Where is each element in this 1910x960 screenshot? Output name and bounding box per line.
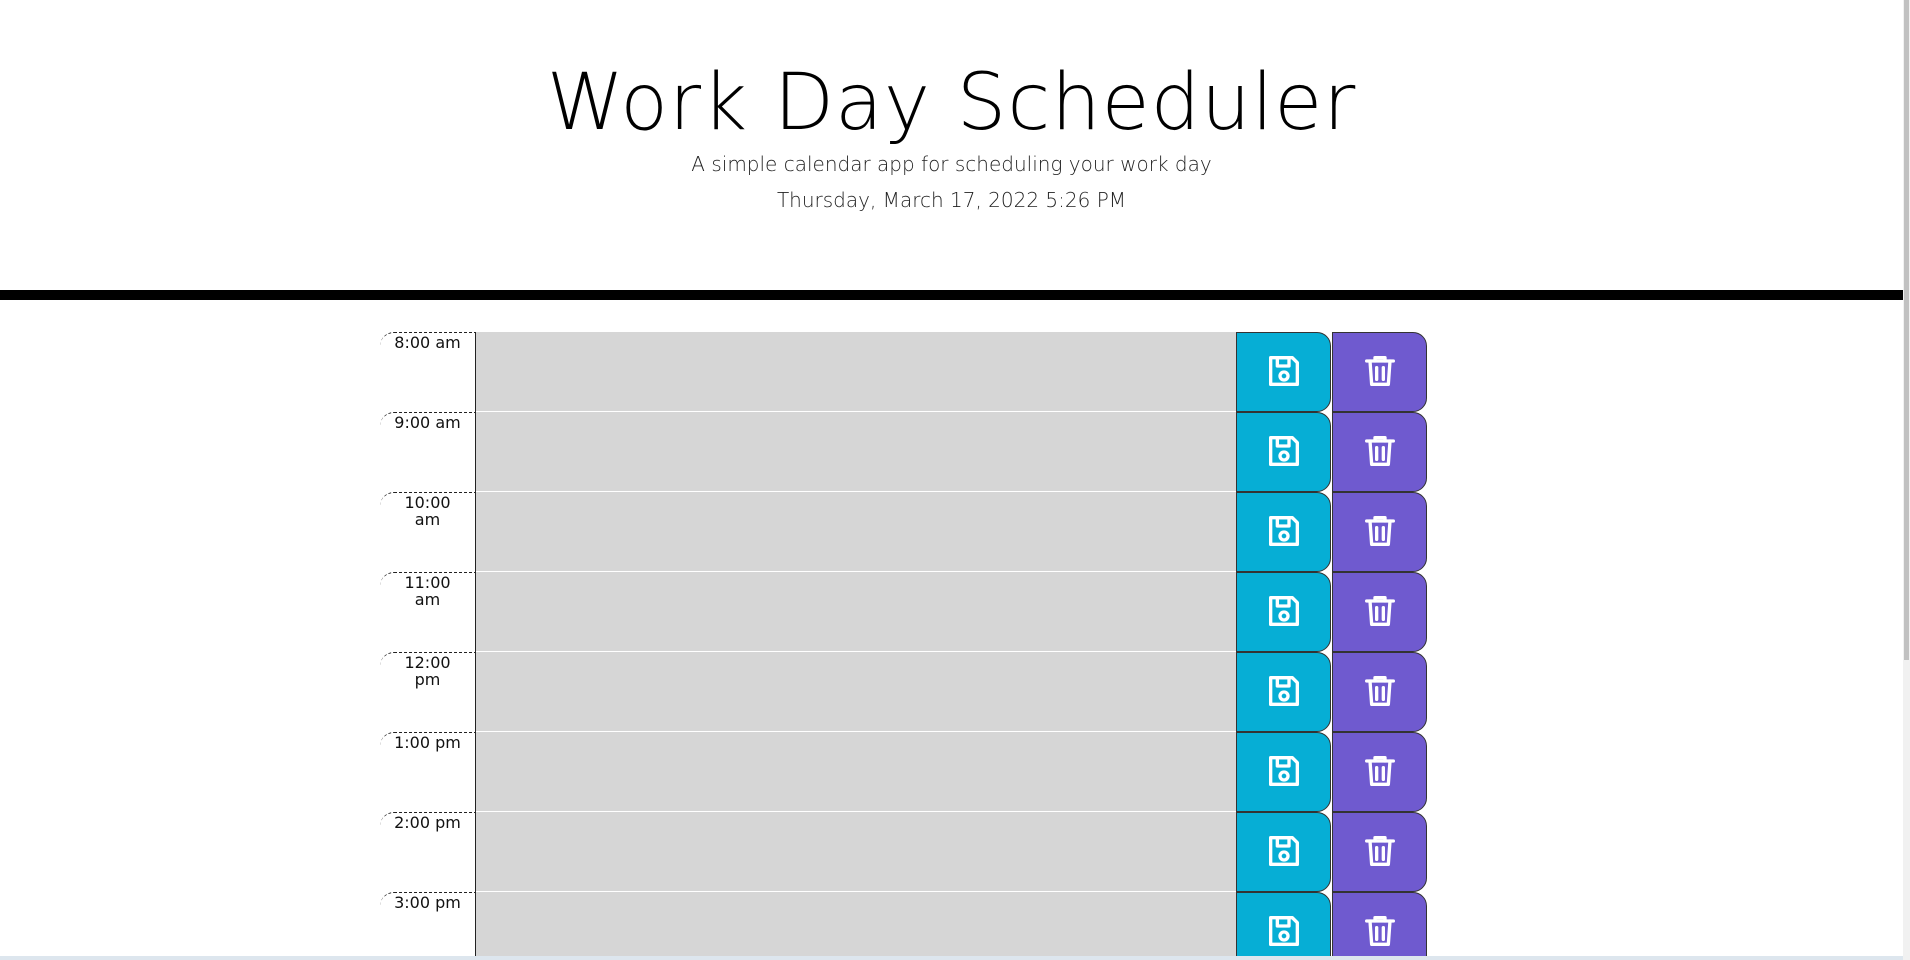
floppy-disk-icon	[1264, 351, 1304, 394]
delete-button[interactable]	[1332, 652, 1427, 732]
event-description-input[interactable]	[476, 492, 1236, 572]
hour-label: 9:00 am	[380, 412, 476, 492]
floppy-disk-icon	[1264, 511, 1304, 554]
delete-button[interactable]	[1332, 892, 1427, 960]
save-button[interactable]	[1236, 412, 1331, 492]
header-divider	[0, 290, 1903, 300]
time-block-row: 3:00 pm	[380, 892, 1430, 960]
trash-icon	[1360, 751, 1400, 794]
time-block-row: 10:00 am	[380, 492, 1430, 572]
delete-button[interactable]	[1332, 732, 1427, 812]
save-button[interactable]	[1236, 492, 1331, 572]
save-button[interactable]	[1236, 332, 1331, 412]
delete-button[interactable]	[1332, 412, 1427, 492]
hour-label: 10:00 am	[380, 492, 476, 572]
time-block-row: 1:00 pm	[380, 732, 1430, 812]
page-subtitle: A simple calendar app for scheduling you…	[691, 152, 1212, 176]
time-block-row: 8:00 am	[380, 332, 1430, 412]
event-description-input[interactable]	[476, 652, 1236, 732]
floppy-disk-icon	[1264, 431, 1304, 474]
page: Work Day Scheduler A simple calendar app…	[0, 0, 1910, 960]
time-block-row: 9:00 am	[380, 412, 1430, 492]
floppy-disk-icon	[1264, 911, 1304, 954]
delete-button[interactable]	[1332, 572, 1427, 652]
save-button[interactable]	[1236, 652, 1331, 732]
scrollbar-thumb[interactable]	[1904, 0, 1909, 660]
save-button[interactable]	[1236, 892, 1331, 960]
hour-label: 11:00 am	[380, 572, 476, 652]
time-blocks-container: 8:00 am 9:00 am 10:00 am 11:00 am 12:00 pm 1:…	[380, 332, 1430, 960]
header: Work Day Scheduler A simple calendar app…	[0, 0, 1903, 292]
trash-icon	[1360, 431, 1400, 474]
hour-label: 3:00 pm	[380, 892, 476, 960]
save-button[interactable]	[1236, 812, 1331, 892]
trash-icon	[1360, 591, 1400, 634]
time-block-row: 11:00 am	[380, 572, 1430, 652]
hour-label: 8:00 am	[380, 332, 476, 412]
trash-icon	[1360, 911, 1400, 954]
delete-button[interactable]	[1332, 332, 1427, 412]
trash-icon	[1360, 831, 1400, 874]
event-description-input[interactable]	[476, 412, 1236, 492]
hour-label: 1:00 pm	[380, 732, 476, 812]
save-button[interactable]	[1236, 572, 1331, 652]
floppy-disk-icon	[1264, 671, 1304, 714]
trash-icon	[1360, 511, 1400, 554]
event-description-input[interactable]	[476, 892, 1236, 960]
vertical-scrollbar[interactable]	[1903, 0, 1910, 960]
page-title: Work Day Scheduler	[546, 58, 1357, 148]
time-block-row: 12:00 pm	[380, 652, 1430, 732]
delete-button[interactable]	[1332, 492, 1427, 572]
trash-icon	[1360, 671, 1400, 714]
hour-label: 12:00 pm	[380, 652, 476, 732]
bottom-edge	[0, 956, 1903, 960]
save-button[interactable]	[1236, 732, 1331, 812]
event-description-input[interactable]	[476, 732, 1236, 812]
delete-button[interactable]	[1332, 812, 1427, 892]
event-description-input[interactable]	[476, 812, 1236, 892]
event-description-input[interactable]	[476, 572, 1236, 652]
trash-icon	[1360, 351, 1400, 394]
hour-label: 2:00 pm	[380, 812, 476, 892]
event-description-input[interactable]	[476, 332, 1236, 412]
time-block-row: 2:00 pm	[380, 812, 1430, 892]
floppy-disk-icon	[1264, 591, 1304, 634]
floppy-disk-icon	[1264, 831, 1304, 874]
floppy-disk-icon	[1264, 751, 1304, 794]
current-date-time: Thursday, March 17, 2022 5:26 PM	[776, 188, 1127, 212]
